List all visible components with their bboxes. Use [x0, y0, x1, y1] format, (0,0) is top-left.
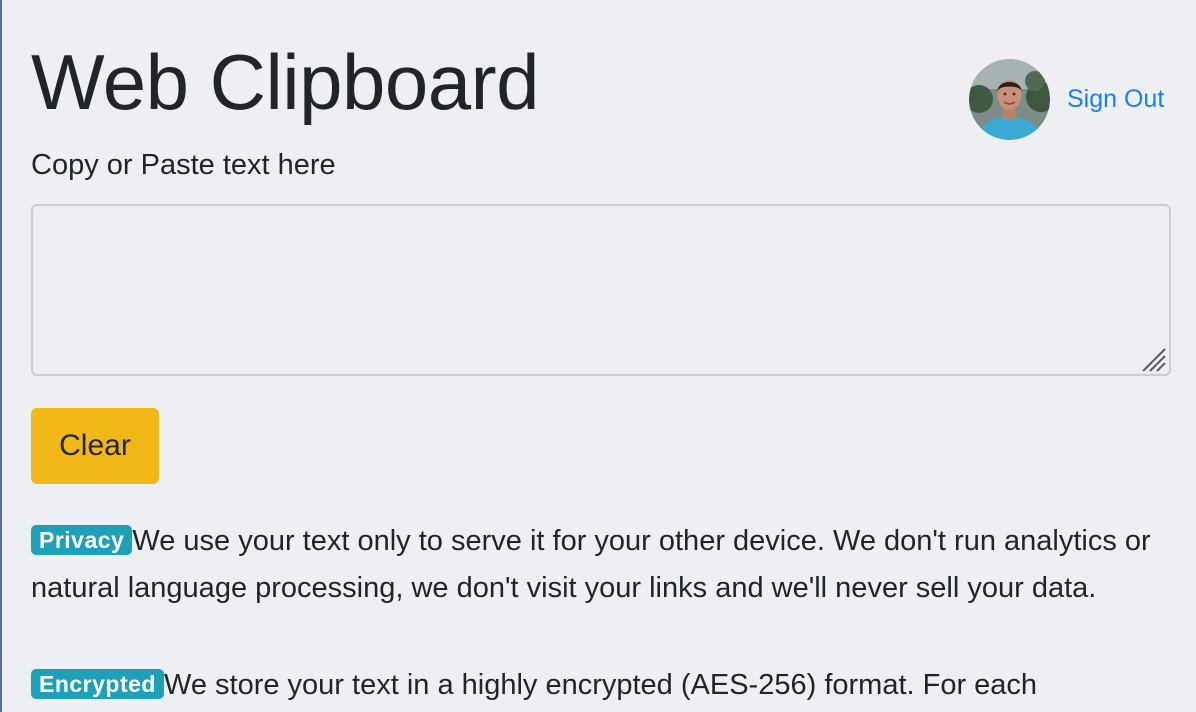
- clipboard-textarea[interactable]: [31, 204, 1171, 376]
- encryption-text: We store your text in a highly encrypted…: [163, 669, 1038, 701]
- page-title: Web Clipboard: [31, 38, 540, 126]
- encrypted-badge: Encrypted: [31, 669, 164, 699]
- page-left-border: [0, 0, 2, 712]
- user-avatar-icon[interactable]: [969, 59, 1050, 140]
- privacy-info: Privacy We use your text only to serve it…: [31, 518, 1176, 612]
- resize-grip-icon[interactable]: [1139, 345, 1167, 373]
- privacy-badge: Privacy: [31, 525, 133, 555]
- clear-button[interactable]: Clear: [31, 408, 159, 484]
- encryption-info: Encrypted We store your text in a highly …: [31, 662, 1176, 709]
- clipboard-label: Copy or Paste text here: [31, 149, 336, 181]
- privacy-text: We use your text only to serve it for yo…: [31, 525, 1151, 604]
- sign-out-link[interactable]: Sign Out: [1067, 84, 1164, 114]
